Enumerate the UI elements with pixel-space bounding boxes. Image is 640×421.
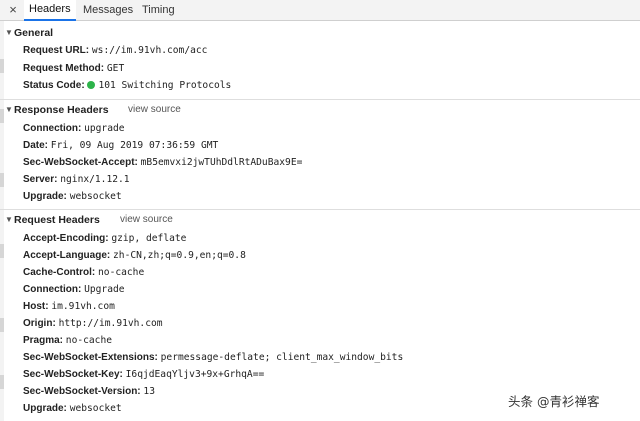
tab-timing[interactable]: Timing [137, 0, 180, 20]
header-value: im.91vh.com [51, 301, 115, 312]
request-headers-title: Request Headers [14, 214, 100, 226]
divider [0, 99, 640, 100]
status-dot-icon [87, 81, 96, 89]
tab-headers[interactable]: Headers [24, 0, 76, 21]
header-row: Upgrade: websocket [23, 189, 122, 205]
header-value: ws://im.91vh.com/acc [91, 45, 208, 56]
header-value: gzip, deflate [111, 233, 187, 244]
triangle-down-icon: ▼ [5, 28, 13, 37]
header-key: Upgrade: [23, 191, 67, 202]
header-row: Host: im.91vh.com [23, 299, 115, 315]
header-key: Request Method: [23, 63, 105, 74]
header-row: Server: nginx/1.12.1 [23, 172, 130, 188]
response-view-source-link[interactable]: view source [128, 102, 181, 118]
header-value: 13 [143, 386, 155, 397]
request-view-source-link[interactable]: view source [120, 212, 173, 228]
header-value: I6qjdEaqYljv3+9x+GrhqA== [125, 369, 265, 380]
header-row: Request URL: ws://im.91vh.com/acc [23, 43, 207, 59]
tab-messages[interactable]: Messages [78, 0, 138, 20]
divider [0, 209, 640, 210]
request-headers-section-header[interactable]: ▼Request Headers [5, 212, 100, 228]
header-value: Upgrade [84, 284, 125, 295]
header-key: Sec-WebSocket-Extensions: [23, 352, 158, 363]
watermark-text: 头条 @青衫禅客 [508, 394, 600, 409]
header-row: Request Method: GET [23, 61, 124, 77]
header-value: no-cache [65, 335, 113, 346]
header-key: Request URL: [23, 45, 90, 56]
header-value: nginx/1.12.1 [60, 174, 130, 185]
header-key: Host: [23, 301, 49, 312]
header-row: Cache-Control: no-cache [23, 265, 144, 281]
header-key: Sec-WebSocket-Key: [23, 369, 123, 380]
header-value: websocket [69, 403, 122, 414]
general-title: General [14, 27, 54, 39]
header-value: Fri, 09 Aug 2019 07:36:59 GMT [50, 140, 219, 151]
header-key: Sec-WebSocket-Version: [23, 386, 141, 397]
header-value: http://im.91vh.com [58, 318, 163, 329]
response-headers-title: Response Headers [14, 104, 109, 116]
header-key: Pragma: [23, 335, 64, 346]
status-code-value: 101 Switching Protocols [98, 80, 232, 91]
header-key: Server: [23, 174, 58, 185]
header-value: no-cache [98, 267, 145, 278]
header-row: Status Code: 101 Switching Protocols [23, 78, 231, 94]
header-row: Origin: http://im.91vh.com [23, 316, 163, 332]
header-value: GET [106, 63, 125, 74]
header-key: Accept-Encoding: [23, 233, 109, 244]
header-row: Sec-WebSocket-Version: 13 [23, 384, 155, 400]
header-key: Connection: [23, 123, 82, 134]
triangle-down-icon: ▼ [5, 215, 13, 224]
header-key: Connection: [23, 284, 82, 295]
header-row: Sec-WebSocket-Accept: mB5emvxi2jwTUhDdlR… [23, 155, 302, 171]
header-key: Origin: [23, 318, 56, 329]
triangle-down-icon: ▼ [5, 105, 13, 114]
header-key: Status Code: [23, 80, 85, 91]
header-row: Pragma: no-cache [23, 333, 112, 349]
header-row: Sec-WebSocket-Key: I6qjdEaqYljv3+9x+Grhq… [23, 367, 264, 383]
header-value: websocket [69, 191, 122, 202]
general-section-header[interactable]: ▼General [5, 25, 53, 41]
header-key: Date: [23, 140, 49, 151]
header-value: upgrade [84, 123, 125, 134]
tab-bar: × Headers Messages Timing [0, 0, 640, 21]
header-key: Accept-Language: [23, 250, 111, 261]
header-key: Upgrade: [23, 403, 67, 414]
header-row: Accept-Encoding: gzip, deflate [23, 231, 186, 247]
header-row: Sec-WebSocket-Extensions: permessage-def… [23, 350, 403, 366]
header-row: Connection: Upgrade [23, 282, 125, 298]
left-panel-edge [0, 21, 4, 421]
header-row: Accept-Language: zh-CN,zh;q=0.9,en;q=0.8 [23, 248, 246, 264]
header-row: Connection: upgrade [23, 121, 125, 137]
header-row: Date: Fri, 09 Aug 2019 07:36:59 GMT [23, 138, 218, 154]
close-icon[interactable]: × [6, 2, 20, 18]
header-value: permessage-deflate; client_max_window_bi… [160, 352, 404, 363]
header-row: Upgrade: websocket [23, 401, 122, 417]
header-value: zh-CN,zh;q=0.9,en;q=0.8 [113, 250, 246, 261]
header-key: Sec-WebSocket-Accept: [23, 157, 138, 168]
header-value: mB5emvxi2jwTUhDdlRtADuBax9E= [140, 157, 303, 168]
response-headers-section-header[interactable]: ▼Response Headers [5, 102, 109, 118]
header-key: Cache-Control: [23, 267, 96, 278]
